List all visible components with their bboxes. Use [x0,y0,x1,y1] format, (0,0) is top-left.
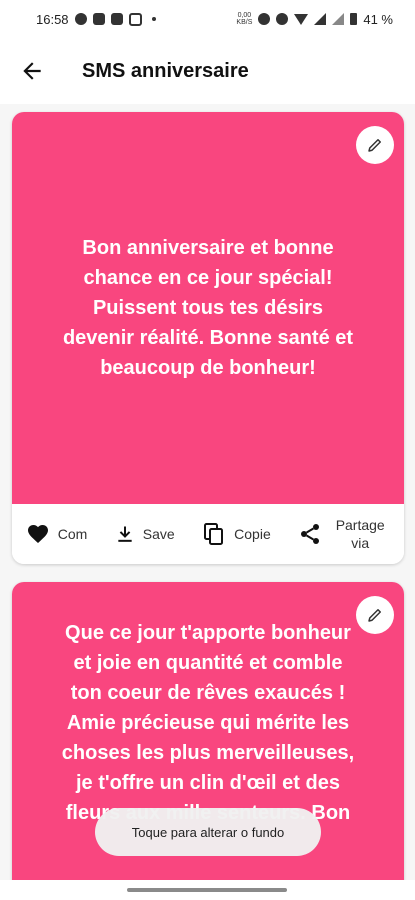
copy-label: Copie [234,526,271,542]
app-icon-2 [110,13,123,25]
app-bar: SMS anniversaire [0,38,415,104]
like-label: Com [57,526,88,542]
wifi-icon [294,13,309,25]
status-time: 16:58 [36,11,69,27]
data-speed-unit: KB/S [236,19,253,26]
message-text: Bon anniversaire et bonne chance en ce j… [62,237,354,379]
card-actions: Com Save Copie Partage via [12,504,404,564]
page-title: SMS anniversaire [82,59,249,82]
save-button[interactable]: Save [115,524,175,544]
battery-icon [350,13,358,25]
more-notifications-icon [151,17,156,21]
navigation-bar [0,880,415,900]
edit-button[interactable] [356,596,394,634]
edit-button[interactable] [356,126,394,164]
share-label: Partage via [335,517,385,551]
status-bar: 16:58 0,00 KB/S 41 % [0,0,415,38]
message-card: Bon anniversaire et bonne chance en ce j… [12,112,404,564]
instagram-icon [128,12,142,26]
edit-icon [368,139,381,152]
battery-level: 41 % [363,11,393,27]
heart-icon [27,525,48,543]
message-text: Que ce jour t'apporte bonheur et joie en… [61,622,355,824]
message-background[interactable]: Bon anniversaire et bonne chance en ce j… [12,112,404,504]
save-label: Save [142,526,175,542]
download-icon [118,526,132,542]
do-not-disturb-icon [276,13,289,25]
share-icon [301,524,320,544]
toast-message: Toque para alterar o fundo [95,808,321,856]
notification-icon [74,13,87,25]
arrow-left-icon [23,62,41,80]
edit-icon [368,609,381,622]
message-list[interactable]: Bon anniversaire et bonne chance en ce j… [0,104,415,900]
like-button[interactable]: Com [26,522,88,546]
status-left: 16:58 [36,12,156,27]
home-indicator[interactable] [127,888,287,892]
app-icon [92,13,105,25]
copy-button[interactable]: Copie [202,522,271,546]
signal-icon-2 [332,13,345,25]
share-button[interactable]: Partage via [298,516,390,552]
data-speed: 0,00 KB/S [236,12,252,26]
status-right: 0,00 KB/S 41 % [236,12,393,27]
copy-icon [204,523,224,545]
signal-icon [314,13,327,25]
alarm-icon [258,13,271,25]
data-speed-value: 0,00 [237,12,252,19]
back-button[interactable] [4,43,60,99]
